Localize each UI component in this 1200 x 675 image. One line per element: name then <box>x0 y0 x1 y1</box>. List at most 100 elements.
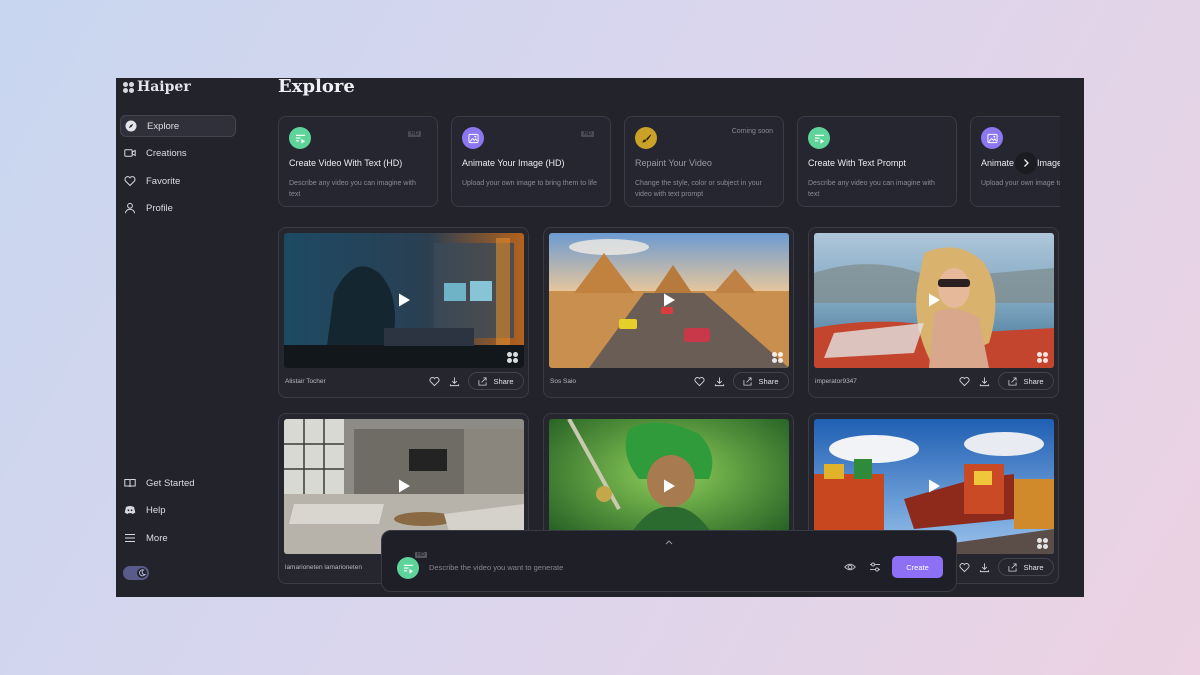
app-window: Haiper Explore Creations Favorite Profil… <box>116 78 1084 597</box>
text-to-video-icon[interactable] <box>397 557 419 579</box>
hd-badge: HD <box>408 131 421 137</box>
tool-description: Upload your own image to bring them to l… <box>462 180 598 187</box>
chevron-right-icon <box>1024 159 1029 167</box>
video-author[interactable]: lamarioneten lamarioneten <box>285 564 362 571</box>
create-button[interactable]: Create <box>892 556 943 578</box>
text-to-video-icon <box>289 127 311 149</box>
haiper-watermark-icon <box>1037 352 1048 363</box>
hd-badge: HD <box>581 131 594 137</box>
heart-icon[interactable] <box>428 375 440 387</box>
sidebar-item-more[interactable]: More <box>120 527 236 549</box>
sidebar-item-label: Profile <box>146 202 173 214</box>
video-actions: Share <box>428 372 524 390</box>
play-icon[interactable] <box>396 292 412 308</box>
discord-icon <box>124 504 136 516</box>
tool-description: Describe any video you can imagine with … <box>289 180 416 198</box>
play-icon[interactable] <box>661 478 677 494</box>
haiper-watermark-icon <box>772 352 783 363</box>
video-thumbnail[interactable] <box>549 233 789 368</box>
share-button[interactable]: Share <box>733 372 789 390</box>
share-button[interactable]: Share <box>468 372 524 390</box>
sidebar-item-label: Get Started <box>146 477 195 489</box>
image-icon <box>462 127 484 149</box>
tool-description: Upload your own image to bring them to l… <box>981 180 1060 187</box>
download-icon[interactable] <box>978 561 990 573</box>
tool-title: Repaint Your Video <box>635 158 712 168</box>
video-author[interactable]: Alistair Tocher <box>285 378 326 385</box>
sidebar: Haiper Explore Creations Favorite Profil… <box>116 78 258 597</box>
video-card[interactable]: imperator9347 Share <box>808 227 1059 398</box>
tool-card-create-video-text[interactable]: HD Create Video With Text (HD) Describe … <box>278 116 438 207</box>
tool-card-animate-image-hd[interactable]: HD Animate Your Image (HD) Upload your o… <box>451 116 611 207</box>
sidebar-item-label: Creations <box>146 147 187 159</box>
user-icon <box>124 202 136 214</box>
page-title: Explore <box>278 78 355 97</box>
heart-icon[interactable] <box>693 375 705 387</box>
text-to-video-icon <box>808 127 830 149</box>
play-icon[interactable] <box>661 292 677 308</box>
sidebar-item-get-started[interactable]: Get Started <box>120 472 236 494</box>
video-thumbnail[interactable] <box>814 233 1054 368</box>
play-icon[interactable] <box>926 292 942 308</box>
tool-description: Change the style, color or subject in yo… <box>635 180 762 198</box>
haiper-logo-icon <box>123 81 134 93</box>
share-label: Share <box>493 376 514 386</box>
menu-icon <box>124 532 136 544</box>
share-label: Share <box>1023 376 1044 386</box>
share-button[interactable]: Share <box>998 372 1054 390</box>
sidebar-item-label: Favorite <box>146 175 181 187</box>
tool-title: Create With Text Prompt <box>808 158 906 168</box>
compass-icon <box>125 120 137 132</box>
share-icon <box>478 376 487 386</box>
tool-title: Animate Your Image (HD) <box>462 158 565 168</box>
coming-soon-label: Coming soon <box>731 128 773 135</box>
haiper-watermark-icon <box>1037 538 1048 549</box>
tool-card-repaint-video[interactable]: Coming soon Repaint Your Video Change th… <box>624 116 784 207</box>
image-icon <box>981 127 1003 149</box>
sidebar-item-help[interactable]: Help <box>120 499 236 521</box>
logo[interactable]: Haiper <box>123 79 191 95</box>
sidebar-item-favorite[interactable]: Favorite <box>120 170 236 192</box>
haiper-watermark-icon <box>507 352 518 363</box>
play-icon[interactable] <box>926 478 942 494</box>
share-icon <box>1008 376 1017 386</box>
download-icon[interactable] <box>713 375 725 387</box>
hd-badge: HD <box>415 552 427 558</box>
sidebar-item-explore[interactable]: Explore <box>120 115 236 137</box>
video-author[interactable]: imperator9347 <box>815 378 857 385</box>
app-name: Haiper <box>137 79 191 95</box>
tool-description: Describe any video you can imagine with … <box>808 180 935 198</box>
download-icon[interactable] <box>978 375 990 387</box>
heart-icon[interactable] <box>958 561 970 573</box>
share-label: Share <box>758 376 779 386</box>
heart-icon <box>124 175 136 187</box>
sidebar-item-label: More <box>146 532 168 544</box>
share-button[interactable]: Share <box>998 558 1054 576</box>
prompt-input[interactable]: Describe the video you want to generate <box>429 563 563 572</box>
video-thumbnail[interactable] <box>284 233 524 368</box>
sidebar-item-label: Explore <box>147 120 180 132</box>
sidebar-item-profile[interactable]: Profile <box>120 197 236 219</box>
play-icon[interactable] <box>396 478 412 494</box>
sidebar-item-creations[interactable]: Creations <box>120 142 236 164</box>
theme-toggle[interactable] <box>123 566 149 580</box>
download-icon[interactable] <box>448 375 460 387</box>
video-camera-icon <box>124 147 136 159</box>
moon-icon <box>137 568 147 578</box>
video-card[interactable]: Alistair Tocher Share <box>278 227 529 398</box>
tool-cards-row: HD Create Video With Text (HD) Describe … <box>278 116 1060 209</box>
video-author[interactable]: Sos Saio <box>550 378 576 385</box>
brush-icon <box>635 127 657 149</box>
heart-icon[interactable] <box>958 375 970 387</box>
video-actions: Share <box>693 372 789 390</box>
carousel-next-button[interactable] <box>1015 152 1037 174</box>
eye-icon[interactable] <box>844 561 856 573</box>
settings-sliders-icon[interactable] <box>869 561 881 573</box>
tool-card-create-text-prompt[interactable]: Create With Text Prompt Describe any vid… <box>797 116 957 207</box>
book-open-icon <box>124 477 136 489</box>
video-actions: Share <box>958 558 1054 576</box>
chevron-up-icon[interactable] <box>665 532 673 550</box>
video-card[interactable]: Sos Saio Share <box>543 227 794 398</box>
share-icon <box>1008 562 1017 572</box>
share-label: Share <box>1023 562 1044 572</box>
